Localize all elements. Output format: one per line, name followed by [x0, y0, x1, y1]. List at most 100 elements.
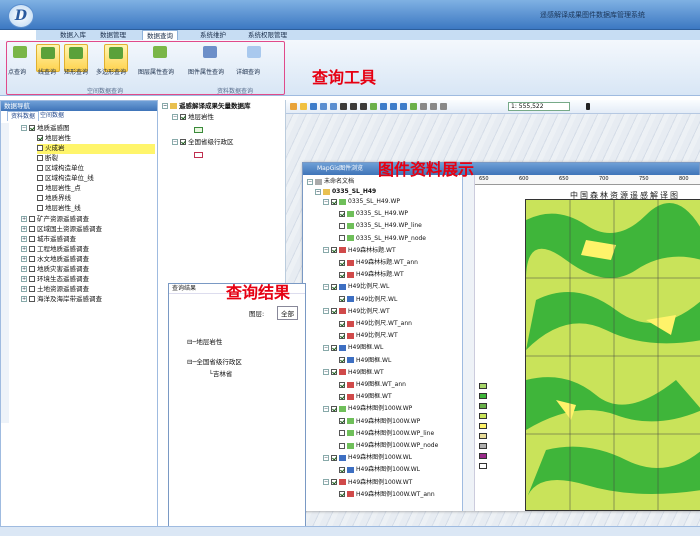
expand-icon[interactable]: +	[21, 226, 27, 232]
layer-item[interactable]: H49图框.WL	[339, 356, 391, 366]
collapse-icon[interactable]: −	[307, 178, 313, 185]
collapse-icon[interactable]: −	[21, 125, 27, 131]
collapse-icon[interactable]: −	[323, 247, 329, 254]
result-item[interactable]: └吉林省	[209, 368, 232, 378]
checkbox-icon[interactable]	[339, 320, 345, 327]
select-icon[interactable]	[350, 103, 357, 110]
checkbox-icon[interactable]	[37, 165, 43, 171]
checkbox-icon[interactable]	[29, 296, 35, 302]
checkbox-icon[interactable]	[331, 454, 337, 461]
collapse-icon[interactable]: −	[172, 139, 178, 145]
layer-group[interactable]: − H49森林图例100W.WT	[323, 478, 412, 488]
layers-icon[interactable]	[410, 103, 417, 110]
refresh-icon[interactable]	[370, 103, 377, 110]
checkbox-icon[interactable]	[339, 296, 345, 303]
zoom-in-icon[interactable]	[320, 103, 327, 110]
checkbox-icon[interactable]	[37, 135, 43, 141]
tree-item[interactable]: 地层岩性	[37, 134, 71, 144]
back-icon[interactable]	[380, 103, 387, 110]
checkbox-icon[interactable]	[37, 155, 43, 161]
checkbox-icon[interactable]	[331, 283, 337, 290]
collapse-icon[interactable]: −	[172, 114, 178, 120]
cursor-icon[interactable]	[586, 103, 590, 110]
vector-db-root[interactable]: − 遥感解译成果矢量数据库	[162, 102, 251, 112]
tree-item[interactable]: 地层岩性_点	[37, 184, 81, 194]
pan-icon[interactable]	[290, 103, 297, 110]
checkbox-icon[interactable]	[339, 466, 345, 473]
checkbox-icon[interactable]	[180, 114, 186, 120]
layer-group[interactable]: − H49比例尺.WL	[323, 282, 389, 292]
checkbox-icon[interactable]	[339, 393, 345, 400]
checkbox-icon[interactable]	[37, 185, 43, 191]
checkbox-icon[interactable]	[29, 286, 35, 292]
tree-item[interactable]: + 城市遥感调查	[21, 235, 76, 245]
result-item[interactable]: ⊟─全国省级行政区	[187, 356, 242, 366]
expand-icon[interactable]: +	[21, 266, 27, 272]
layer-item[interactable]: H49比例尺.WL	[339, 295, 397, 305]
expand-icon[interactable]: +	[21, 296, 27, 302]
checkbox-icon[interactable]	[29, 266, 35, 272]
tree-item[interactable]: + 区域国土资源遥感调查	[21, 225, 102, 235]
expand-icon[interactable]: +	[21, 256, 27, 262]
checkbox-icon[interactable]	[29, 216, 35, 222]
layer-group[interactable]: − H49图框.WT	[323, 368, 384, 378]
menu-data-manage[interactable]: 数据管理	[100, 30, 126, 40]
checkbox-icon[interactable]	[331, 479, 337, 486]
result-item[interactable]: ⊟─地层岩性	[187, 336, 222, 346]
save-icon[interactable]	[310, 103, 317, 110]
checkbox-icon[interactable]	[29, 256, 35, 262]
layer-item[interactable]: H49森林图例100W.WT_ann	[339, 490, 435, 500]
mapgis-window[interactable]: MapGis图件浏览 − 未命名文档 −0335_SL_H49 −0335_SL_…	[302, 162, 700, 511]
menu-data-query[interactable]: 数据查询	[142, 30, 178, 40]
collapse-icon[interactable]: −	[323, 369, 329, 376]
hand-icon[interactable]	[360, 103, 367, 110]
layer-group[interactable]: − H49森林图例100W.WL	[323, 453, 412, 463]
print-icon[interactable]	[420, 103, 427, 110]
checkbox-icon[interactable]	[339, 222, 345, 229]
layer-item[interactable]: H49图框.WT	[339, 392, 392, 402]
checkbox-icon[interactable]	[37, 195, 43, 201]
expand-icon[interactable]: +	[21, 216, 27, 222]
fullextent-icon[interactable]	[340, 103, 347, 110]
checkbox-icon[interactable]	[331, 308, 337, 315]
menu-data-import[interactable]: 数据入库	[60, 30, 86, 40]
tree-item[interactable]: − 地质遥感图	[21, 124, 70, 134]
layer-group[interactable]: − H49森林标题.WT	[323, 246, 396, 256]
checkbox-icon[interactable]	[331, 198, 337, 205]
vector-layer-item[interactable]: − 全国省级行政区	[172, 138, 234, 148]
tree-item[interactable]: + 工程地质遥感调查	[21, 245, 89, 255]
layer-item[interactable]: H49森林图例100W.WP	[339, 417, 420, 427]
collapse-icon[interactable]: −	[162, 103, 168, 109]
layer-item[interactable]: H49森林图例100W.WL	[339, 465, 420, 475]
collapse-icon[interactable]: −	[315, 188, 321, 195]
checkbox-icon[interactable]	[29, 226, 35, 232]
zoom-out-icon[interactable]	[330, 103, 337, 110]
tree-item[interactable]: 区域构造单位	[37, 164, 84, 174]
tree-item[interactable]: + 矿产资源遥感调查	[21, 215, 89, 225]
layer-item[interactable]: H49森林图例100W.WP_node	[339, 441, 438, 451]
tree-item[interactable]: + 土地资源遥感调查	[21, 285, 89, 295]
collapse-icon[interactable]: −	[323, 308, 329, 315]
globe-icon[interactable]	[400, 103, 407, 110]
collapse-icon[interactable]: −	[323, 283, 329, 290]
expand-icon[interactable]: +	[21, 246, 27, 252]
layer-item[interactable]: H49森林标题.WT_ann	[339, 258, 418, 268]
collapse-icon[interactable]: −	[323, 198, 329, 205]
layer-item[interactable]: H49森林标题.WT	[339, 270, 404, 280]
tree-item[interactable]: + 环境生态遥感调查	[21, 275, 89, 285]
checkbox-icon[interactable]	[339, 430, 345, 437]
tab-spatial[interactable]: 空间数据	[37, 111, 67, 121]
checkbox-icon[interactable]	[339, 442, 345, 449]
checkbox-icon[interactable]	[339, 235, 345, 242]
measure-icon[interactable]	[430, 103, 437, 110]
collapse-icon[interactable]: −	[323, 479, 329, 486]
checkbox-icon[interactable]	[339, 332, 345, 339]
open-icon[interactable]	[300, 103, 307, 110]
layer-doc[interactable]: −0335_SL_H49	[315, 187, 376, 197]
layer-item[interactable]: 0335_SL_H49.WP_node	[339, 234, 426, 244]
vector-layer-item[interactable]: − 地层岩性	[172, 113, 214, 123]
checkbox-icon[interactable]	[29, 246, 35, 252]
layer-filter-select[interactable]: 全部	[277, 306, 298, 320]
layer-item[interactable]: 0335_SL_H49.WP	[339, 209, 408, 219]
info-icon[interactable]	[440, 103, 447, 110]
